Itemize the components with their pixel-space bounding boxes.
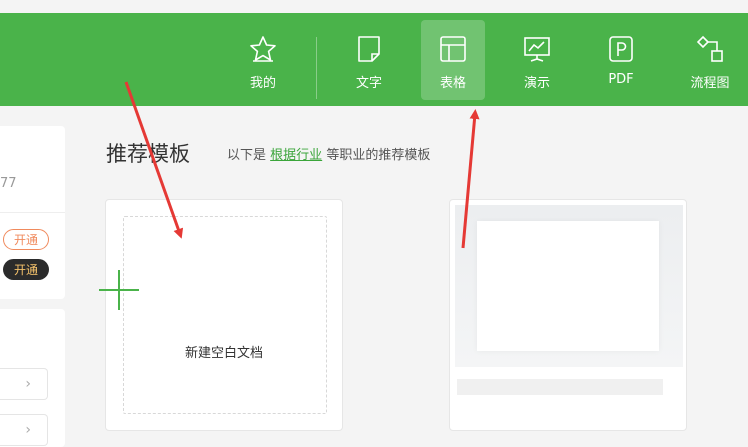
- nav-my[interactable]: 我的: [231, 20, 295, 100]
- dashed-border: [123, 216, 327, 414]
- nav-flowchart[interactable]: 流程图: [678, 20, 742, 100]
- flowchart-icon: [696, 35, 723, 62]
- nav-presentation-label: 演示: [523, 76, 550, 91]
- nav-text-label: 文字: [355, 76, 382, 91]
- document-icon: [358, 36, 380, 62]
- sidebar-menu-item[interactable]: ›: [0, 414, 48, 446]
- template-title-placeholder: [457, 379, 663, 395]
- section-subtitle: 以下是 根据行业 等职业的推荐模板: [227, 144, 430, 163]
- open-membership-button[interactable]: 开通: [3, 229, 49, 250]
- top-navigation-bar: 我的 文字 表格 演示 PDF 流程图: [0, 13, 748, 106]
- industry-link[interactable]: 根据行业: [270, 148, 322, 163]
- nav-spreadsheet-label: 表格: [439, 76, 466, 91]
- open-vip-button[interactable]: 开通: [3, 259, 49, 280]
- truncated-text: 77: [0, 176, 17, 191]
- nav-pdf[interactable]: PDF: [589, 20, 653, 100]
- nav-divider: [316, 37, 317, 99]
- subtitle-suffix: 等职业的推荐模板: [326, 148, 431, 163]
- new-blank-document-card[interactable]: [105, 199, 343, 431]
- pdf-icon: [609, 36, 633, 62]
- plus-icon-horizontal: [99, 289, 139, 291]
- new-blank-document-label: 新建空白文档: [184, 346, 263, 361]
- chevron-right-icon: ›: [25, 422, 31, 438]
- presentation-icon: [524, 37, 550, 62]
- sidebar-menu-item[interactable]: ›: [0, 368, 48, 400]
- nav-text[interactable]: 文字: [337, 20, 401, 100]
- nav-presentation[interactable]: 演示: [505, 20, 569, 100]
- top-strip: [0, 0, 748, 13]
- star-icon: [250, 36, 276, 62]
- nav-spreadsheet[interactable]: 表格: [421, 20, 485, 100]
- chevron-right-icon: ›: [25, 376, 31, 392]
- template-card[interactable]: [449, 199, 687, 431]
- nav-flowchart-label: 流程图: [690, 76, 730, 91]
- nav-pdf-label: PDF: [608, 72, 634, 87]
- nav-my-label: 我的: [249, 76, 276, 91]
- template-thumbnail: [455, 205, 683, 367]
- subtitle-prefix: 以下是: [227, 148, 267, 163]
- section-title: 推荐模板: [106, 142, 190, 166]
- account-card-divider: [0, 212, 65, 213]
- template-sheet-preview: [477, 221, 659, 351]
- table-icon: [440, 36, 466, 62]
